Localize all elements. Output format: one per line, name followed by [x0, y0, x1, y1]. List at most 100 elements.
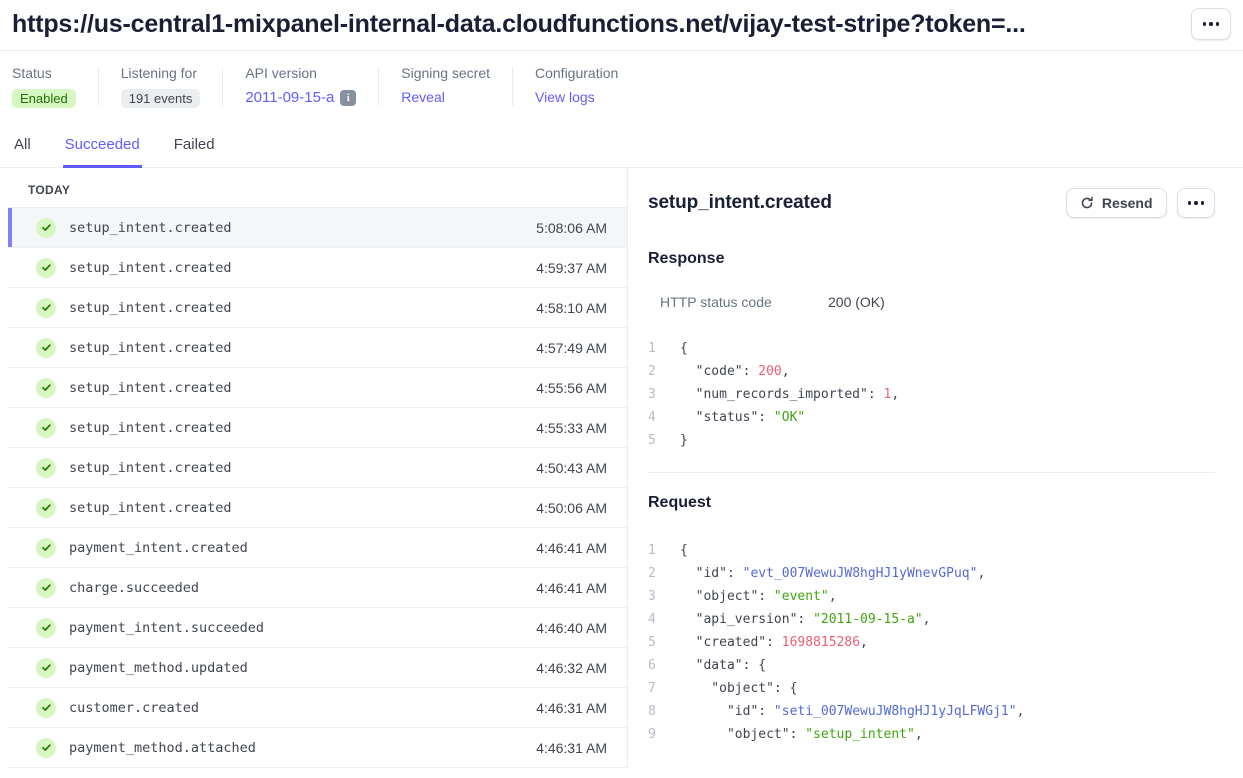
code-line: 6 "data": { [648, 654, 1215, 677]
tab-failed[interactable]: Failed [172, 130, 217, 168]
event-time: 4:50:43 AM [536, 460, 607, 476]
event-time: 4:46:31 AM [536, 700, 607, 716]
meta-configuration: Configuration View logs [513, 65, 640, 108]
list-item[interactable]: setup_intent.created5:08:06 AM [8, 208, 627, 248]
page-header: https://us-central1-mixpanel-internal-da… [0, 0, 1243, 51]
code-line: 5 "created": 1698815286, [648, 631, 1215, 654]
check-icon [36, 578, 56, 598]
line-number: 3 [648, 585, 664, 608]
reveal-link[interactable]: Reveal [401, 89, 490, 105]
event-detail-title: setup_intent.created [648, 192, 832, 214]
list-item[interactable]: setup_intent.created4:59:37 AM [8, 248, 627, 288]
request-section-title: Request [648, 494, 1215, 512]
list-item[interactable]: payment_intent.created4:46:41 AM [8, 528, 627, 568]
list-item[interactable]: setup_intent.created4:55:33 AM [8, 408, 627, 448]
resend-button[interactable]: Resend [1066, 188, 1167, 218]
check-icon [36, 258, 56, 278]
event-time: 5:08:06 AM [536, 220, 607, 236]
check-icon [36, 538, 56, 558]
list-item[interactable]: setup_intent.created4:58:10 AM [8, 288, 627, 328]
line-number: 6 [648, 654, 664, 677]
check-icon [36, 338, 56, 358]
api-version-label: API version [245, 65, 356, 81]
event-name: payment_intent.succeeded [69, 620, 536, 636]
info-icon[interactable]: i [340, 90, 356, 106]
event-name: payment_intent.created [69, 540, 536, 556]
meta-listening-for: Listening for 191 events [99, 65, 223, 108]
event-name: setup_intent.created [69, 220, 536, 236]
list-item[interactable]: payment_method.updated4:46:32 AM [8, 648, 627, 688]
event-time: 4:59:37 AM [536, 260, 607, 276]
line-number: 5 [648, 631, 664, 654]
date-group-header: TODAY [8, 168, 627, 208]
filter-tabs: All Succeeded Failed [0, 126, 1243, 168]
tab-succeeded[interactable]: Succeeded [63, 130, 142, 168]
endpoint-meta-row: Status Enabled Listening for 191 events … [0, 51, 1243, 126]
code-line: 9 "object": "setup_intent", [648, 723, 1215, 746]
check-icon [36, 498, 56, 518]
event-time: 4:46:41 AM [536, 580, 607, 596]
event-name: customer.created [69, 700, 536, 716]
check-icon [36, 378, 56, 398]
divider [648, 472, 1215, 473]
list-item[interactable]: payment_method.attached4:46:31 AM [8, 728, 627, 768]
list-item[interactable]: setup_intent.created4:57:49 AM [8, 328, 627, 368]
event-name: setup_intent.created [69, 340, 536, 356]
line-number: 2 [648, 562, 664, 585]
code-line: 1{ [648, 337, 1215, 360]
meta-signing-secret: Signing secret Reveal [379, 65, 512, 108]
code-line: 3 "num_records_imported": 1, [648, 383, 1215, 406]
event-name: payment_method.updated [69, 660, 536, 676]
api-version-link[interactable]: 2011-09-15-a [245, 89, 334, 106]
line-number: 7 [648, 677, 664, 700]
event-time: 4:57:49 AM [536, 340, 607, 356]
event-time: 4:58:10 AM [536, 300, 607, 316]
list-item[interactable]: payment_intent.succeeded4:46:40 AM [8, 608, 627, 648]
configuration-label: Configuration [535, 65, 618, 81]
event-time: 4:46:40 AM [536, 620, 607, 636]
line-number: 1 [648, 337, 664, 360]
event-name: charge.succeeded [69, 580, 536, 596]
header-overflow-button[interactable] [1191, 8, 1231, 40]
code-line: 1{ [648, 539, 1215, 562]
check-icon [36, 218, 56, 238]
event-time: 4:46:32 AM [536, 660, 607, 676]
event-time: 4:50:06 AM [536, 500, 607, 516]
code-line: 8 "id": "seti_007WewuJW8hgHJ1yJqLFWGj1", [648, 700, 1215, 723]
request-code-block: 1{2 "id": "evt_007WewuJW8hgHJ1yWnevGPuq"… [648, 539, 1215, 746]
event-detail-panel: setup_intent.created Resend Response HTT… [628, 168, 1243, 768]
line-number: 2 [648, 360, 664, 383]
list-item[interactable]: setup_intent.created4:55:56 AM [8, 368, 627, 408]
check-icon [36, 698, 56, 718]
event-name: setup_intent.created [69, 300, 536, 316]
check-icon [36, 298, 56, 318]
detail-overflow-button[interactable] [1177, 188, 1216, 218]
http-status-row: HTTP status code 200 (OK) [660, 294, 1215, 310]
events-count-badge: 191 events [121, 89, 201, 108]
check-icon [36, 738, 56, 758]
code-line: 2 "id": "evt_007WewuJW8hgHJ1yWnevGPuq", [648, 562, 1215, 585]
list-item[interactable]: charge.succeeded4:46:41 AM [8, 568, 627, 608]
meta-api-version: API version 2011-09-15-a i [223, 65, 378, 108]
line-number: 4 [648, 406, 664, 429]
view-logs-link[interactable]: View logs [535, 89, 618, 105]
code-line: 5} [648, 429, 1215, 452]
status-label: Status [12, 65, 76, 81]
check-icon [36, 618, 56, 638]
event-name: setup_intent.created [69, 260, 536, 276]
line-number: 9 [648, 723, 664, 746]
event-name: setup_intent.created [69, 500, 536, 516]
line-number: 4 [648, 608, 664, 631]
check-icon [36, 458, 56, 478]
status-badge: Enabled [12, 89, 76, 108]
tab-all[interactable]: All [12, 130, 33, 168]
list-item[interactable]: setup_intent.created4:50:43 AM [8, 448, 627, 488]
meta-status: Status Enabled [12, 65, 98, 108]
event-time: 4:46:41 AM [536, 540, 607, 556]
code-line: 4 "status": "OK" [648, 406, 1215, 429]
list-item[interactable]: customer.created4:46:31 AM [8, 688, 627, 728]
event-name: setup_intent.created [69, 420, 536, 436]
ellipsis-icon [1188, 201, 1205, 205]
list-item[interactable]: setup_intent.created4:50:06 AM [8, 488, 627, 528]
event-name: setup_intent.created [69, 380, 536, 396]
